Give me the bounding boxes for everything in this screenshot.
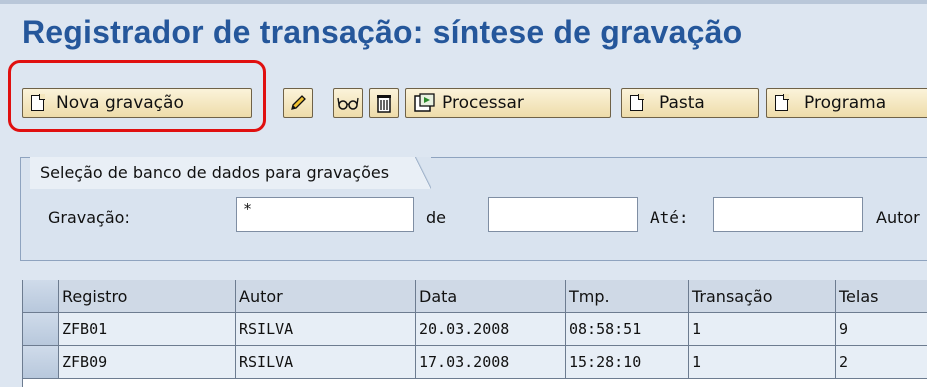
selection-frame-title: Seleção de banco de dados para gravações bbox=[30, 157, 432, 189]
process-label: Processar bbox=[442, 93, 524, 113]
table-row[interactable]: ZFB09 RSILVA 17.03.2008 15:28:10 1 2 bbox=[23, 346, 927, 379]
edit-button[interactable] bbox=[283, 88, 313, 118]
cell-transacao[interactable]: 1 bbox=[689, 313, 836, 346]
recording-label: Gravação: bbox=[48, 208, 130, 227]
display-button[interactable] bbox=[333, 88, 363, 118]
program-label: Programa bbox=[804, 93, 887, 113]
select-all-cell[interactable] bbox=[23, 280, 59, 313]
table-row[interactable]: ZFB01 RSILVA 20.03.2008 08:58:51 1 9 bbox=[23, 313, 927, 346]
row-selector[interactable] bbox=[23, 313, 59, 346]
to-label: Até: bbox=[650, 208, 689, 227]
top-border bbox=[0, 0, 927, 4]
cell-tmp[interactable]: 15:28:10 bbox=[566, 346, 689, 379]
highlight-annotation bbox=[8, 60, 266, 132]
cell-telas[interactable]: 2 bbox=[836, 346, 927, 379]
column-header-transacao[interactable]: Transação bbox=[689, 280, 836, 313]
trash-icon bbox=[370, 89, 398, 117]
from-input[interactable] bbox=[488, 197, 638, 232]
recording-input[interactable]: * bbox=[236, 197, 414, 232]
column-header-autor[interactable]: Autor bbox=[236, 280, 416, 313]
column-header-tmp[interactable]: Tmp. bbox=[566, 280, 689, 313]
cell-registro[interactable]: ZFB09 bbox=[59, 346, 236, 379]
column-header-registro[interactable]: Registro bbox=[59, 280, 236, 313]
recordings-table: Registro Autor Data Tmp. Transação Telas… bbox=[22, 280, 927, 387]
cell-tmp[interactable]: 08:58:51 bbox=[566, 313, 689, 346]
author-label: Autor bbox=[876, 208, 920, 227]
program-button[interactable]: Programa bbox=[766, 88, 927, 118]
cell-autor[interactable]: RSILVA bbox=[236, 313, 416, 346]
document-icon bbox=[775, 94, 789, 111]
cell-telas[interactable]: 9 bbox=[836, 313, 927, 346]
table-header-row: Registro Autor Data Tmp. Transação Telas bbox=[23, 280, 927, 313]
cell-data[interactable]: 20.03.2008 bbox=[416, 313, 566, 346]
page-title: Registrador de transação: síntese de gra… bbox=[22, 14, 743, 50]
glasses-icon bbox=[334, 89, 362, 117]
pencil-icon bbox=[284, 89, 312, 117]
process-button[interactable]: Processar bbox=[405, 88, 611, 118]
column-header-telas[interactable]: Telas bbox=[836, 280, 927, 313]
document-icon bbox=[630, 94, 644, 111]
row-selector[interactable] bbox=[23, 346, 59, 379]
column-header-data[interactable]: Data bbox=[416, 280, 566, 313]
process-icon bbox=[414, 93, 436, 113]
folder-label: Pasta bbox=[659, 93, 705, 113]
folder-button[interactable]: Pasta bbox=[621, 88, 759, 118]
delete-button[interactable] bbox=[369, 88, 399, 118]
cell-autor[interactable]: RSILVA bbox=[236, 346, 416, 379]
cell-transacao[interactable]: 1 bbox=[689, 346, 836, 379]
to-input[interactable] bbox=[713, 197, 863, 232]
cell-registro[interactable]: ZFB01 bbox=[59, 313, 236, 346]
cell-data[interactable]: 17.03.2008 bbox=[416, 346, 566, 379]
from-label: de bbox=[426, 208, 446, 227]
